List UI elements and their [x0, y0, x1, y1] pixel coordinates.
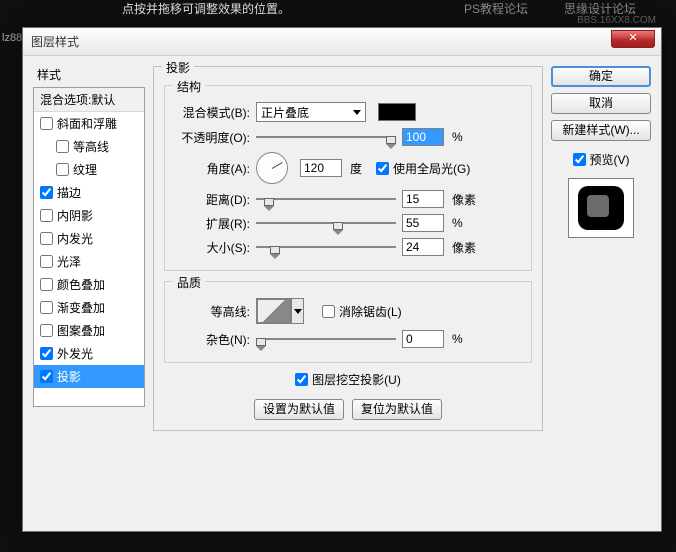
blend-mode-select[interactable]: 正片叠底 — [256, 102, 366, 122]
size-label: 大小(S): — [175, 239, 250, 256]
preview-box — [568, 178, 634, 238]
noise-unit: % — [452, 332, 463, 346]
size-slider[interactable] — [256, 239, 396, 255]
chevron-down-icon — [294, 309, 302, 314]
preview-checkbox[interactable]: 预览(V) — [551, 151, 651, 168]
ok-button[interactable]: 确定 — [551, 66, 651, 87]
styles-column: 样式 混合选项:默认 斜面和浮雕等高线纹理描边内阴影内发光光泽颜色叠加渐变叠加图… — [33, 66, 145, 521]
lz-tag: lz88 — [2, 32, 22, 44]
close-button[interactable]: ✕ — [611, 30, 655, 48]
styles-heading: 样式 — [37, 66, 145, 83]
global-light-checkbox[interactable]: 使用全局光(G) — [376, 160, 470, 177]
group-title: 投影 — [162, 59, 194, 76]
noise-input[interactable]: 0 — [402, 330, 444, 348]
style-item[interactable]: 等高线 — [34, 135, 144, 158]
cancel-button[interactable]: 取消 — [551, 93, 651, 114]
spread-input[interactable]: 55 — [402, 214, 444, 232]
set-default-button[interactable]: 设置为默认值 — [254, 399, 344, 420]
style-item[interactable]: 颜色叠加 — [34, 273, 144, 296]
opacity-slider[interactable] — [256, 129, 396, 145]
quality-title: 品质 — [173, 274, 205, 291]
quality-subgroup: 品质 等高线: 消除锯齿(L) 杂色(N): — [164, 281, 532, 363]
noise-label: 杂色(N): — [175, 331, 250, 348]
titlebar[interactable]: 图层样式 ✕ — [23, 28, 661, 56]
angle-dial[interactable] — [256, 152, 288, 184]
angle-input[interactable]: 120 — [300, 159, 342, 177]
preview-shape — [578, 186, 624, 230]
style-item[interactable]: 内发光 — [34, 227, 144, 250]
contour-picker[interactable] — [256, 298, 304, 324]
angle-unit: 度 — [350, 160, 362, 177]
style-item[interactable]: 渐变叠加 — [34, 296, 144, 319]
opacity-input[interactable]: 100 — [402, 128, 444, 146]
style-item[interactable]: 斜面和浮雕 — [34, 112, 144, 135]
antialias-checkbox[interactable]: 消除锯齿(L) — [322, 303, 402, 320]
knockout-checkbox[interactable]: 图层挖空投影(U) — [295, 371, 401, 388]
spread-unit: % — [452, 216, 463, 230]
distance-slider[interactable] — [256, 191, 396, 207]
drop-shadow-group: 投影 结构 混合模式(B): 正片叠底 不透明度(O): — [153, 66, 543, 431]
shadow-color-swatch[interactable] — [378, 103, 416, 121]
backdrop-hint: 点按并拖移可调整效果的位置。 — [122, 0, 290, 17]
spread-label: 扩展(R): — [175, 215, 250, 232]
contour-preview — [257, 299, 291, 323]
layer-style-dialog: 图层样式 ✕ 样式 混合选项:默认 斜面和浮雕等高线纹理描边内阴影内发光光泽颜色… — [22, 27, 662, 532]
distance-label: 距离(D): — [175, 191, 250, 208]
opacity-unit: % — [452, 130, 463, 144]
structure-subgroup: 结构 混合模式(B): 正片叠底 不透明度(O): 100 % — [164, 85, 532, 271]
main-column: 投影 结构 混合模式(B): 正片叠底 不透明度(O): — [153, 66, 543, 521]
style-item[interactable]: 描边 — [34, 181, 144, 204]
styles-list: 混合选项:默认 斜面和浮雕等高线纹理描边内阴影内发光光泽颜色叠加渐变叠加图案叠加… — [33, 87, 145, 407]
size-unit: 像素 — [452, 239, 476, 256]
spread-slider[interactable] — [256, 215, 396, 231]
watermark2: BBS.16XX8.COM — [577, 15, 656, 26]
style-item[interactable]: 外发光 — [34, 342, 144, 365]
style-item[interactable]: 投影 — [34, 365, 144, 388]
side-column: 确定 取消 新建样式(W)... 预览(V) — [551, 66, 651, 521]
watermark-ps: PS教程论坛 — [464, 0, 528, 17]
noise-slider[interactable] — [256, 331, 396, 347]
reset-default-button[interactable]: 复位为默认值 — [352, 399, 442, 420]
distance-unit: 像素 — [452, 191, 476, 208]
chevron-down-icon — [353, 110, 361, 115]
style-item[interactable]: 纹理 — [34, 158, 144, 181]
contour-dropdown[interactable] — [291, 299, 303, 323]
style-item[interactable]: 图案叠加 — [34, 319, 144, 342]
structure-title: 结构 — [173, 78, 205, 95]
style-item[interactable]: 光泽 — [34, 250, 144, 273]
blend-mode-label: 混合模式(B): — [175, 104, 250, 121]
size-input[interactable]: 24 — [402, 238, 444, 256]
distance-input[interactable]: 15 — [402, 190, 444, 208]
angle-label: 角度(A): — [175, 160, 250, 177]
contour-label: 等高线: — [175, 303, 250, 320]
blend-options-row[interactable]: 混合选项:默认 — [34, 88, 144, 112]
opacity-label: 不透明度(O): — [175, 129, 250, 146]
new-style-button[interactable]: 新建样式(W)... — [551, 120, 651, 141]
style-item[interactable]: 内阴影 — [34, 204, 144, 227]
dialog-title: 图层样式 — [31, 33, 79, 50]
